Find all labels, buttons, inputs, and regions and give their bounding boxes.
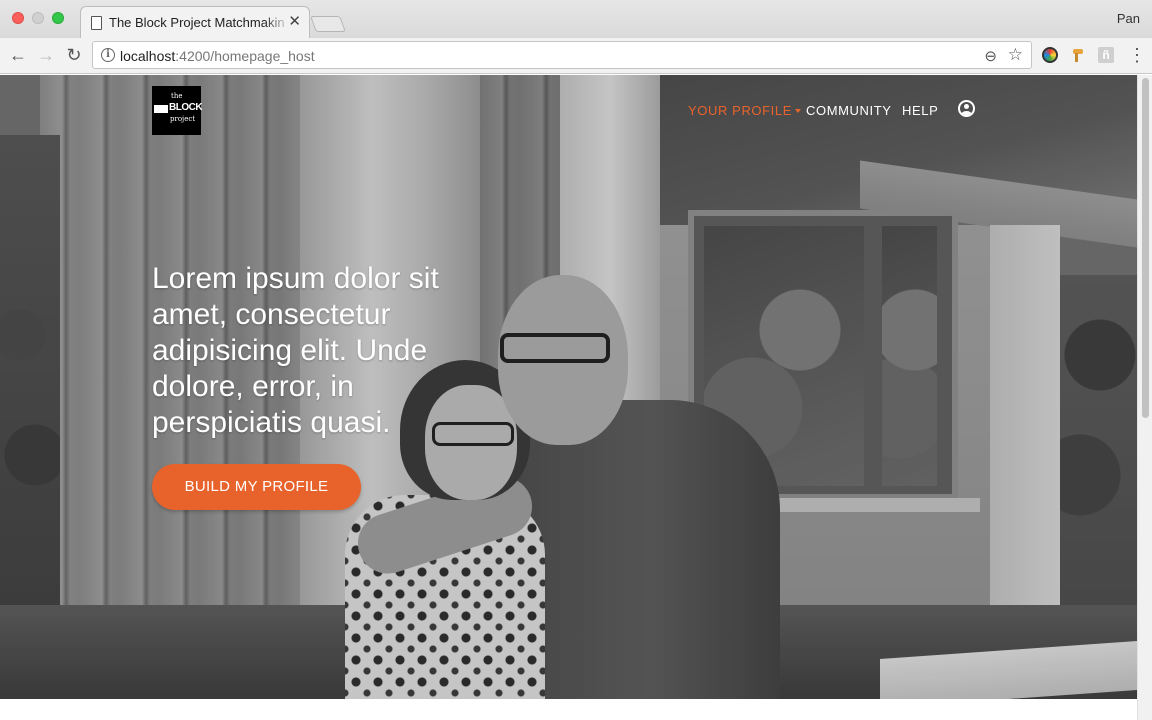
hero-heading: Lorem ipsum dolor sit amet, consectetur …: [152, 262, 439, 439]
url-path: :4200/homepage_host: [175, 48, 315, 64]
page-viewport: the BLOCK project YOUR PROFILE COMMUNITY…: [0, 75, 1137, 720]
browser-profile-name[interactable]: Pan: [1117, 11, 1140, 26]
page-scrollbar[interactable]: [1137, 75, 1152, 720]
caret-down-icon: [795, 109, 801, 113]
nav-your-profile[interactable]: YOUR PROFILE: [688, 102, 801, 120]
url-text[interactable]: localhost:4200/homepage_host: [120, 48, 315, 64]
zoom-out-icon[interactable]: ⊖: [984, 47, 997, 65]
account-icon[interactable]: [958, 100, 975, 117]
nav-help[interactable]: HELP: [902, 102, 938, 120]
nav-your-profile-label: YOUR PROFILE: [688, 103, 792, 118]
logo-bar: [154, 105, 168, 113]
back-arrow-icon[interactable]: ←: [6, 43, 30, 67]
reload-icon[interactable]: ↻: [62, 43, 86, 67]
build-my-profile-button[interactable]: BUILD MY PROFILE: [152, 464, 361, 510]
browser-toolbar: ← → ↻ i localhost:4200/homepage_host ⊖ ☆…: [0, 38, 1152, 74]
logo-text-block: BLOCK: [169, 102, 203, 113]
more-vert-icon[interactable]: ⋮: [1128, 44, 1146, 66]
page-icon: [91, 16, 102, 30]
extension-icon[interactable]: ñ: [1098, 47, 1114, 63]
address-bar[interactable]: i localhost:4200/homepage_host ⊖ ☆: [92, 41, 1032, 69]
forward-arrow-icon[interactable]: →: [34, 43, 58, 67]
nav-community[interactable]: COMMUNITY: [806, 102, 892, 120]
window-minimize-button[interactable]: [32, 12, 44, 24]
content-below-hero: [0, 699, 1137, 720]
star-icon[interactable]: ☆: [1008, 45, 1023, 65]
tab-title: The Block Project Matchmakin: [109, 15, 285, 30]
browser-titlebar: The Block Project Matchmakin ✕ Pan: [0, 0, 1152, 38]
new-tab-button[interactable]: [310, 16, 346, 32]
browser-tab-active[interactable]: The Block Project Matchmakin ✕: [80, 6, 310, 38]
logo-text-the: the: [171, 92, 183, 100]
color-extension-icon[interactable]: [1042, 47, 1058, 63]
window-close-button[interactable]: [12, 12, 24, 24]
logo-text-project: project: [170, 115, 196, 123]
tool-extension-icon[interactable]: [1070, 47, 1086, 63]
info-icon[interactable]: i: [101, 48, 115, 62]
window-maximize-button[interactable]: [52, 12, 64, 24]
hero-section: the BLOCK project YOUR PROFILE COMMUNITY…: [0, 75, 1137, 699]
site-logo[interactable]: the BLOCK project: [152, 86, 203, 135]
tab-close-icon[interactable]: ✕: [288, 13, 301, 31]
url-host: localhost: [120, 48, 176, 64]
scrollbar-thumb[interactable]: [1142, 78, 1149, 418]
